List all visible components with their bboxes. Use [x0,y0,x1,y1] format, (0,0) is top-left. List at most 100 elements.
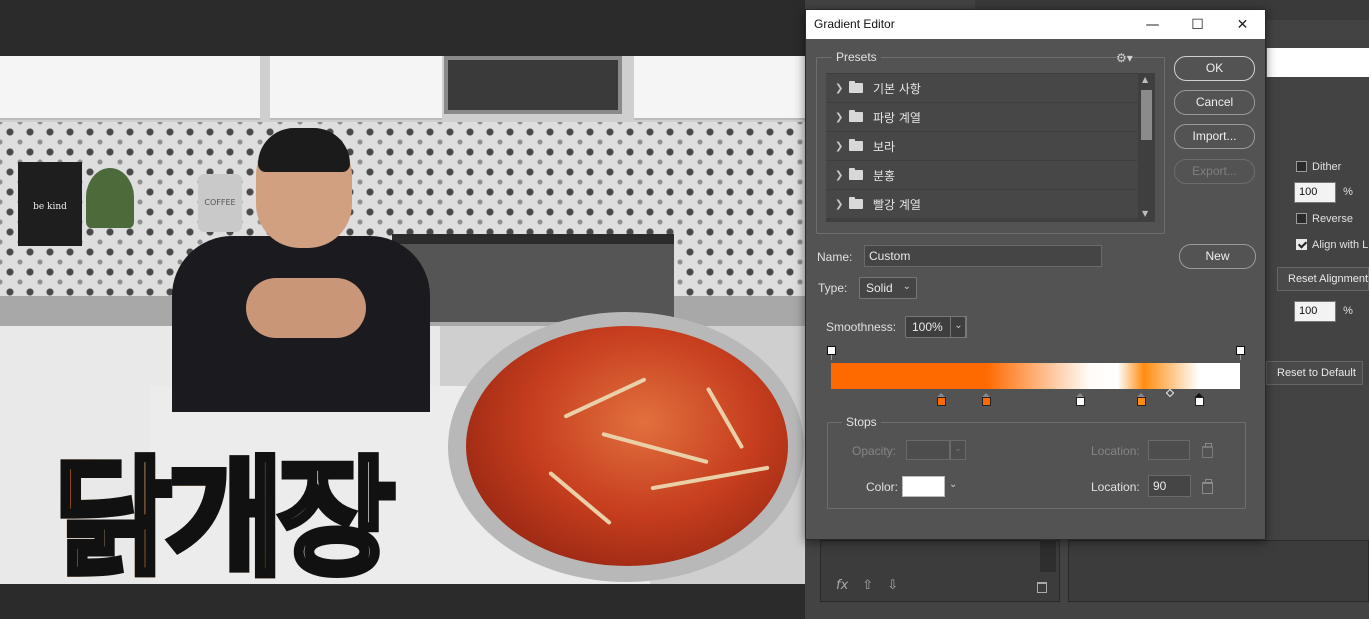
new-button[interactable]: New [1179,244,1256,269]
preset-folder[interactable]: ❯ 빨강 계열 [826,190,1138,218]
close-button[interactable]: ✕ [1220,10,1265,39]
potted-plant [86,168,134,228]
opacity-input[interactable] [906,440,950,460]
type-select-value: Solid [866,281,893,295]
chevron-down-icon[interactable]: ⌄ [949,479,957,490]
opacity-row: 100 % [1294,182,1353,203]
sign-text: be kind [33,202,67,212]
layers-scrollbar[interactable] [1040,540,1056,572]
smoothness-value: 100% [912,320,943,334]
opacity-stop[interactable] [826,346,836,360]
layers-toolbar: fx ⇧ ⇩ [836,578,898,593]
name-label: Name: [817,250,853,264]
upper-cabinets-middle [270,56,442,120]
dither-label: Dither [1312,161,1342,173]
chevron-right-icon[interactable]: ❯ [835,199,843,210]
preset-folder-label: 파랑 계열 [873,110,921,125]
adjacent-panel [1068,540,1369,602]
title-char-1: 닭 [51,445,175,585]
smoothness-dropdown-chevron-icon[interactable]: ⌄ [950,316,967,338]
maximize-button[interactable]: ☐ [1175,10,1220,39]
upper-cabinets-right [634,56,818,120]
color-location-label: Location: [1091,480,1140,494]
fx-icon[interactable]: fx [836,578,848,593]
dialog-title: Gradient Editor [814,17,895,31]
type-select[interactable]: Solid ⌄ [859,277,917,299]
scale-row: 100 % [1294,301,1353,322]
delete-opacity-stop-icon[interactable] [1202,443,1213,458]
import-button[interactable]: Import... [1174,124,1255,149]
opacity-label: Opacity: [852,444,897,458]
folder-icon [849,197,863,209]
folder-icon [849,81,863,93]
color-stop[interactable] [981,393,991,406]
color-swatch[interactable] [902,476,945,497]
chevron-right-icon[interactable]: ❯ [835,170,843,181]
dither-checkbox-row[interactable]: Dither [1296,161,1341,173]
align-checkbox[interactable] [1296,239,1307,250]
chevron-down-icon[interactable]: ⌄ [950,440,966,460]
cancel-button[interactable]: Cancel [1174,90,1255,115]
color-stop[interactable] [936,393,946,406]
opacity-location-input[interactable] [1148,440,1190,460]
color-stop[interactable] [1194,393,1204,406]
color-label: Color: [866,480,899,494]
percent-label: % [1343,305,1353,317]
presets-scrollbar[interactable]: ▲ ▼ [1138,73,1155,222]
preset-folder[interactable]: ❯ 보라 [826,132,1138,160]
align-checkbox-row[interactable]: Align with L [1296,239,1368,251]
presets-label: Presets [832,50,881,64]
stove [392,234,674,322]
preset-folder-label: 분홍 [873,168,896,183]
preset-folder[interactable]: ❯ 파랑 계열 [826,103,1138,131]
dialog-titlebar[interactable]: Gradient Editor — ☐ ✕ [806,10,1265,39]
reset-to-default-button[interactable]: Reset to Default [1266,361,1363,385]
chevron-right-icon[interactable]: ❯ [835,83,843,94]
chef-hands [246,278,366,338]
stops-label: Stops [842,415,881,429]
presets-list: ❯ 기본 사항 ❯ 파랑 계열 ❯ 보라 ❯ 분홍 ❯ 빨강 계열 ▲ ▼ [826,73,1155,222]
opacity-location-label: Location: [1091,444,1140,458]
canvas-area-bottom [0,584,818,619]
opacity-value-field[interactable]: 100 [1294,182,1336,203]
color-midpoint-diamond[interactable] [1166,388,1175,398]
preset-folder-label: 기본 사항 [873,81,921,96]
dither-checkbox[interactable] [1296,161,1307,172]
reverse-checkbox[interactable] [1296,213,1307,224]
preset-folder[interactable]: ❯ 분홍 [826,161,1138,189]
preset-folder-label: 보라 [873,139,896,154]
scroll-down-icon[interactable]: ▼ [1142,209,1148,218]
reset-alignment-button[interactable]: Reset Alignment [1277,267,1369,291]
title-char-3: 장 [275,445,399,585]
scroll-up-icon[interactable]: ▲ [1142,75,1148,84]
opacity-stop[interactable] [1235,346,1245,360]
reverse-label: Reverse [1312,213,1353,225]
chevron-right-icon[interactable]: ❯ [835,112,843,123]
scale-value-field[interactable]: 100 [1294,301,1336,322]
ok-button[interactable]: OK [1174,56,1255,81]
chevron-right-icon[interactable]: ❯ [835,141,843,152]
color-stop[interactable] [1075,393,1085,406]
move-down-icon[interactable]: ⇩ [887,578,898,593]
smoothness-label: Smoothness: [826,320,897,334]
delete-layer-icon[interactable] [1037,582,1047,593]
color-location-input[interactable]: 90 [1148,475,1191,497]
canister-label: COFFEE [204,198,236,207]
folder-icon [849,168,863,180]
move-up-icon[interactable]: ⇧ [862,578,873,593]
gradient-preview-bar[interactable] [831,363,1240,389]
minimize-button[interactable]: — [1130,10,1175,39]
align-label: Align with L [1312,239,1369,251]
presets-settings-gear-icon[interactable]: ⚙▾ [1116,51,1133,65]
export-button[interactable]: Export... [1174,159,1255,184]
scrollbar-thumb[interactable] [1141,90,1152,140]
gradient-preview-field[interactable] [1266,48,1369,77]
color-stop[interactable] [1137,393,1147,406]
name-input[interactable]: Custom [864,245,1102,267]
preset-folder[interactable]: ❯ 기본 사항 [826,74,1138,102]
reverse-checkbox-row[interactable]: Reverse [1296,213,1353,225]
preset-folder-label: 빨강 계열 [873,197,921,212]
delete-color-stop-icon[interactable] [1202,479,1213,494]
document-canvas[interactable]: be kind COFFEE 닭개장 [0,56,818,584]
gradient-editor-dialog: Gradient Editor — ☐ ✕ Presets ⚙▾ ❯ 기본 사항 … [805,9,1266,540]
